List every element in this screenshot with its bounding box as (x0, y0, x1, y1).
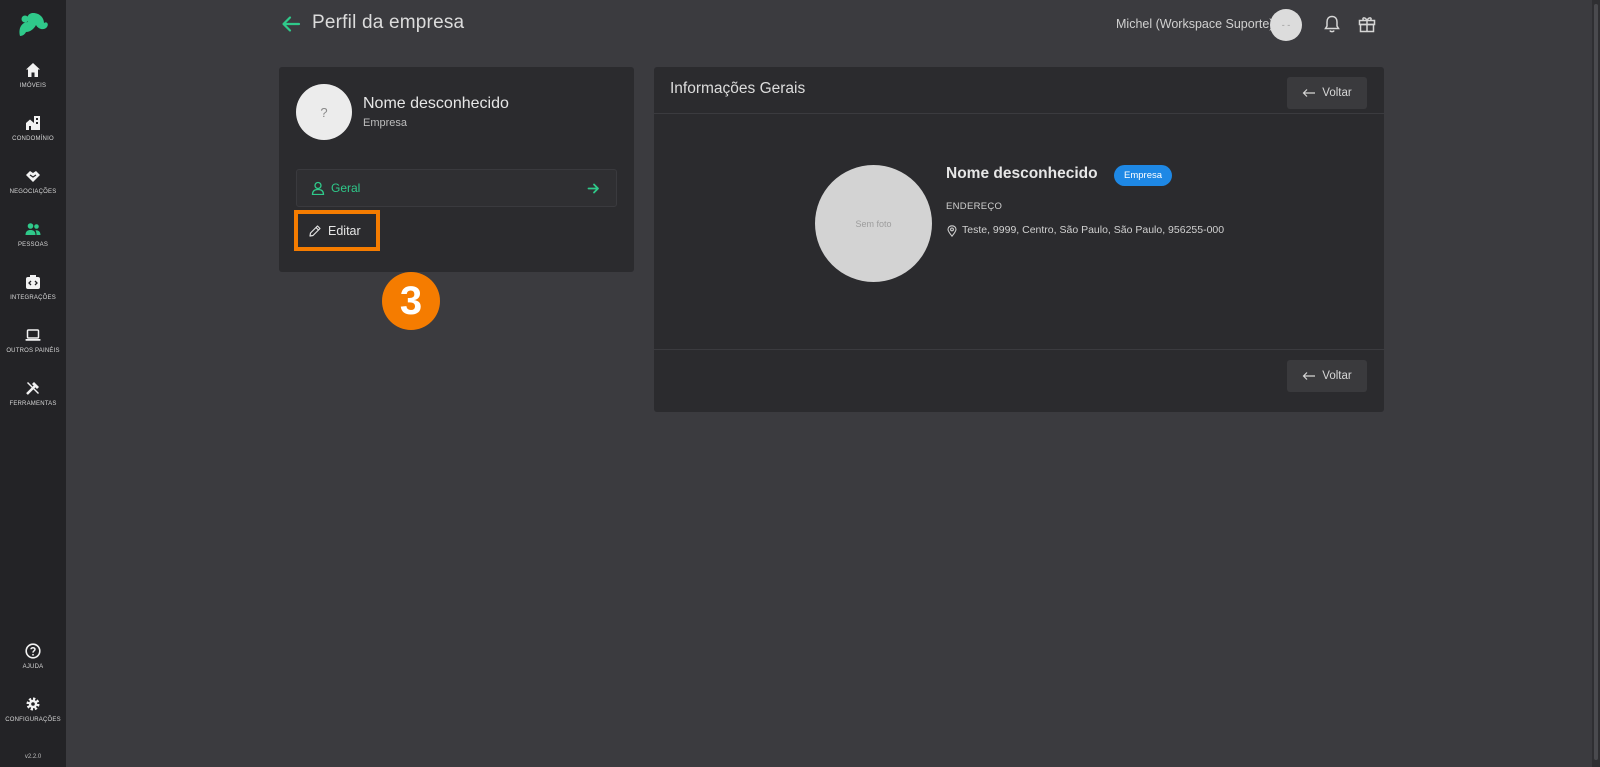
sidebar-item-ajuda[interactable]: Ajuda (0, 643, 66, 691)
user-icon (311, 181, 325, 195)
company-name: Nome desconhecido (946, 165, 1098, 182)
sidebar-item-ferramentas[interactable]: Ferramentas (0, 380, 66, 428)
back-button[interactable]: Voltar (1287, 77, 1367, 109)
sidebar-item-outros-paineis[interactable]: Outros painéis (0, 327, 66, 375)
page-title: Perfil da empresa (312, 12, 465, 33)
card-header: Informações Gerais Voltar (654, 67, 1384, 114)
gift-icon[interactable] (1357, 14, 1377, 34)
company-type-badge: Empresa (1114, 165, 1173, 186)
footer-back-button[interactable]: Voltar (1287, 360, 1367, 392)
sidebar-item-integracoes[interactable]: Integrações (0, 274, 66, 322)
handshake-icon (26, 171, 40, 182)
people-icon (25, 223, 41, 235)
profile-name: Nome desconhecido (363, 95, 509, 112)
sidebar-item-configuracoes[interactable]: Configurações (0, 696, 66, 744)
sidebar-item-negociacoes[interactable]: Negociações (0, 168, 66, 216)
edit-label: Editar (328, 223, 361, 238)
app-version: v2.2.0 (24, 754, 42, 760)
profile-type: Empresa (363, 117, 408, 129)
edit-highlight-box: Editar (294, 210, 380, 251)
profile-avatar: ? (296, 84, 352, 140)
arrow-left-icon (1302, 372, 1316, 380)
arrow-left-icon (1302, 89, 1316, 97)
bell-icon[interactable] (1322, 14, 1342, 34)
sidebar-item-condominio[interactable]: Condomínio (0, 115, 66, 163)
sidebar: Imóveis Condomínio Negociações Pessoas I… (0, 0, 66, 767)
squirrel-logo-icon[interactable] (16, 10, 50, 38)
pencil-icon (309, 224, 321, 237)
address-label: ENDEREÇO (946, 201, 1003, 212)
sidebar-item-label: Ajuda (22, 664, 44, 670)
menu-item-label: Geral (331, 181, 361, 195)
sidebar-item-label: Pessoas (17, 242, 49, 248)
sidebar-item-label: Ferramentas (9, 401, 57, 407)
map-pin-icon (947, 225, 957, 237)
address-value: Teste, 9999, Centro, São Paulo, São Paul… (962, 224, 1225, 236)
back-button-label: Voltar (1322, 87, 1352, 99)
menu-item-geral[interactable]: Geral (296, 169, 617, 207)
building-icon (26, 116, 40, 130)
sidebar-item-label: Integrações (10, 295, 56, 301)
company-photo-placeholder: Sem foto (815, 165, 932, 282)
help-icon (25, 643, 41, 659)
tools-icon (26, 382, 39, 395)
plug-icon (26, 275, 40, 289)
back-arrow-icon[interactable] (280, 13, 302, 35)
user-name[interactable]: Michel (Workspace Suporte) (1116, 17, 1273, 31)
gear-icon (26, 697, 40, 711)
edit-button[interactable]: Editar (302, 218, 372, 243)
arrow-right-icon (587, 183, 599, 194)
sidebar-item-imoveis[interactable]: Imóveis (0, 62, 66, 110)
sidebar-item-label: Negociações (9, 189, 57, 195)
avatar[interactable]: - - (1270, 9, 1302, 41)
info-card: Informações Gerais Voltar Sem foto Nome … (654, 67, 1384, 412)
back-button-label: Voltar (1322, 370, 1352, 382)
step-number-badge: 3 (382, 272, 440, 330)
sidebar-item-label: Configurações (5, 717, 61, 723)
home-icon (26, 63, 40, 77)
card-title: Informações Gerais (670, 80, 806, 97)
sidebar-item-label: Outros painéis (6, 348, 60, 354)
laptop-icon (25, 329, 41, 341)
card-footer-divider (654, 349, 1384, 350)
sidebar-item-pessoas[interactable]: Pessoas (0, 221, 66, 269)
profile-card: ? Nome desconhecido Empresa Geral Editar (279, 67, 634, 272)
sidebar-item-label: Imóveis (19, 83, 47, 89)
scrollbar-thumb[interactable] (1594, 4, 1598, 760)
sidebar-item-label: Condomínio (12, 136, 54, 142)
